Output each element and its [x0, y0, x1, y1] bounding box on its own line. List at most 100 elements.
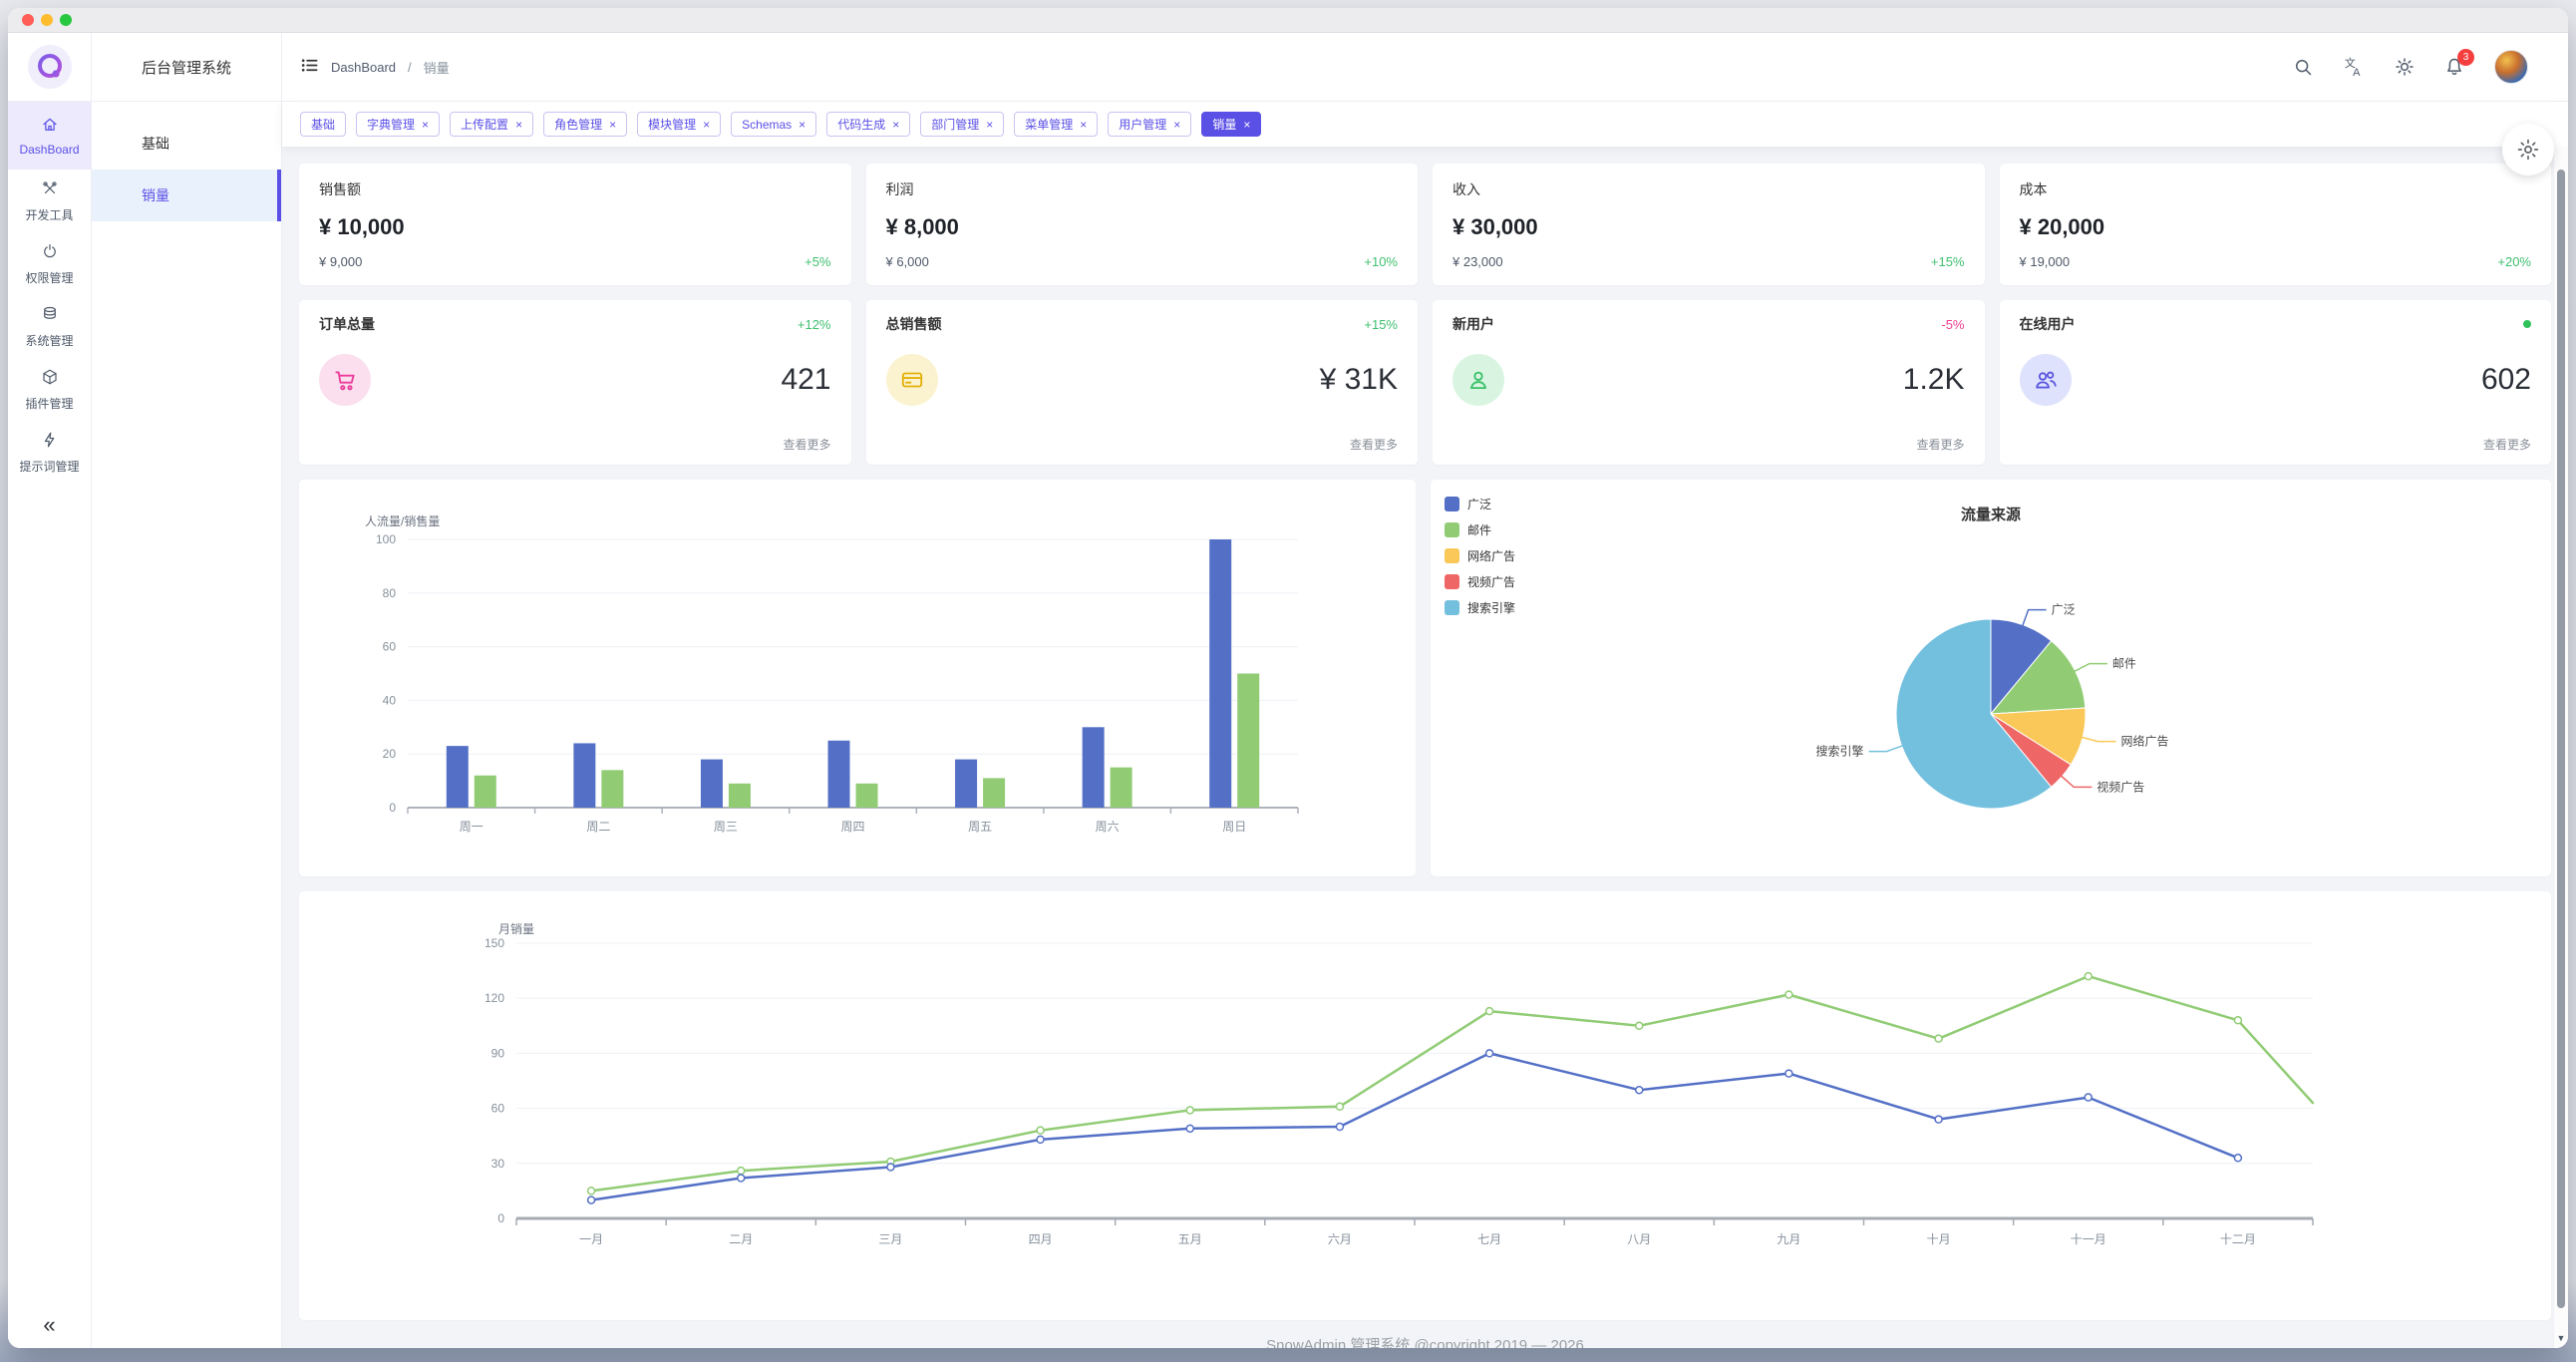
svg-text:月销量: 月销量: [498, 922, 534, 936]
stat-value: ¥ 8,000: [886, 214, 1399, 240]
legend-item-搜索引擎[interactable]: 搜索引擎: [1445, 599, 1515, 616]
person-icon: [1452, 354, 1504, 406]
header-actions: 文A 3: [2293, 50, 2528, 84]
tab-chip-label: 菜单管理: [1025, 116, 1073, 133]
tab-chip-代码生成[interactable]: 代码生成×: [826, 112, 910, 137]
legend-swatch: [1445, 522, 1459, 537]
close-tab-icon[interactable]: ×: [986, 119, 993, 131]
collapse-sidebar-button[interactable]: «: [8, 1312, 91, 1338]
tab-chip-基础[interactable]: 基础: [300, 112, 346, 137]
app-body: DashBoard开发工具权限管理系统管理插件管理提示词管理 « 后台管理系统 …: [8, 33, 2568, 1348]
svg-text:周四: 周四: [840, 820, 864, 834]
close-tab-icon[interactable]: ×: [515, 119, 522, 131]
svg-text:周一: 周一: [460, 820, 483, 834]
submenu-item-基础[interactable]: 基础: [92, 118, 281, 170]
close-tab-icon[interactable]: ×: [1243, 119, 1250, 131]
tab-chip-用户管理[interactable]: 用户管理×: [1108, 112, 1191, 137]
settings-gear-button[interactable]: [2502, 124, 2554, 175]
svg-text:十月: 十月: [1927, 1232, 1951, 1246]
breadcrumb-current: 销量: [424, 58, 450, 77]
tab-chip-销量[interactable]: 销量 ×: [1201, 112, 1261, 137]
tab-chip-部门管理[interactable]: 部门管理×: [920, 112, 1004, 137]
view-more-link[interactable]: 查看更多: [2483, 436, 2531, 453]
menu-list-icon[interactable]: [300, 56, 319, 78]
svg-text:流量来源: 流量来源: [1961, 506, 2021, 523]
tab-chip-角色管理[interactable]: 角色管理×: [543, 112, 627, 137]
stat-delta: +15%: [1931, 254, 1965, 269]
app-window: DashBoard开发工具权限管理系统管理插件管理提示词管理 « 后台管理系统 …: [8, 8, 2568, 1348]
power-icon: [41, 242, 59, 265]
sidebar-item-系统管理[interactable]: 系统管理: [8, 295, 91, 358]
bar-chart-card[interactable]: 人流量/销售量020406080100周一周二周三周四周五周六周日: [299, 480, 1416, 876]
legend-label: 网络广告: [1467, 547, 1515, 564]
sidebar-item-label: 系统管理: [25, 332, 73, 349]
stat-title: 收入: [1452, 179, 1965, 199]
app-logo[interactable]: [8, 33, 91, 102]
close-tab-icon[interactable]: ×: [609, 119, 616, 131]
scrollbar-thumb[interactable]: [2557, 170, 2565, 1308]
close-window-button[interactable]: [22, 14, 34, 26]
sidebar-item-提示词管理[interactable]: 提示词管理: [8, 421, 91, 484]
cart-icon: [319, 354, 371, 406]
close-tab-icon[interactable]: ×: [1173, 119, 1180, 131]
legend-swatch: [1445, 548, 1459, 563]
tab-chip-菜单管理[interactable]: 菜单管理 ×: [1014, 112, 1098, 137]
close-tab-icon[interactable]: ×: [1080, 119, 1087, 131]
sidebar-item-插件管理[interactable]: 插件管理: [8, 358, 91, 421]
view-more-link[interactable]: 查看更多: [783, 436, 830, 453]
minimize-window-button[interactable]: [41, 14, 53, 26]
pie-legend: 广泛邮件网络广告视频广告搜索引擎: [1445, 496, 1515, 625]
breadcrumb: DashBoard / 销量: [300, 56, 450, 78]
legend-item-邮件[interactable]: 邮件: [1445, 521, 1515, 538]
sidebar-item-开发工具[interactable]: 开发工具: [8, 170, 91, 232]
cube-icon: [41, 368, 59, 391]
bolt-icon: [41, 431, 59, 454]
svg-text:八月: 八月: [1627, 1232, 1651, 1246]
sidebar-item-权限管理[interactable]: 权限管理: [8, 232, 91, 295]
metric-delta: +12%: [798, 317, 831, 332]
legend-item-广泛[interactable]: 广泛: [1445, 496, 1515, 512]
submenu-item-销量[interactable]: 销量: [92, 170, 281, 221]
view-more-link[interactable]: 查看更多: [1350, 436, 1398, 453]
svg-text:120: 120: [484, 991, 504, 1005]
legend-item-视频广告[interactable]: 视频广告: [1445, 573, 1515, 590]
stat-previous-value: ¥ 23,000: [1452, 254, 1503, 269]
search-icon[interactable]: [2293, 57, 2313, 77]
sidebar-item-DashBoard[interactable]: DashBoard: [8, 102, 91, 170]
vertical-scrollbar[interactable]: ▼: [2553, 147, 2568, 1348]
tab-chip-label: 销量: [1212, 116, 1236, 133]
user-avatar[interactable]: [2494, 50, 2528, 84]
line-chart-card[interactable]: 月销量0306090120150一月二月三月四月五月六月七月八月九月十月十一月十…: [299, 891, 2551, 1320]
breadcrumb-dashboard[interactable]: DashBoard: [331, 60, 396, 75]
svg-text:十一月: 十一月: [2071, 1232, 2106, 1246]
scrollbar-down-arrow[interactable]: ▼: [2554, 1333, 2568, 1343]
theme-sun-icon[interactable]: [2395, 57, 2415, 77]
online-status-dot: [2523, 320, 2531, 328]
notification-badge: 3: [2457, 49, 2474, 66]
main-area: DashBoard / 销量 文A: [282, 33, 2568, 1348]
stat-card-利润: 利润 ¥ 8,000 ¥ 6,000 +10%: [866, 164, 1419, 285]
maximize-window-button[interactable]: [60, 14, 72, 26]
svg-text:周六: 周六: [1096, 820, 1120, 834]
metric-delta: +15%: [1364, 317, 1398, 332]
view-more-link[interactable]: 查看更多: [1916, 436, 1964, 453]
close-tab-icon[interactable]: ×: [703, 119, 710, 131]
metric-title: 新用户: [1452, 314, 1494, 334]
stat-title: 利润: [886, 179, 1399, 199]
stat-card-成本: 成本 ¥ 20,000 ¥ 19,000 +20%: [2000, 164, 2552, 285]
tab-chip-模块管理[interactable]: 模块管理×: [637, 112, 721, 137]
legend-item-网络广告[interactable]: 网络广告: [1445, 547, 1515, 564]
legend-swatch: [1445, 497, 1459, 511]
close-tab-icon[interactable]: ×: [799, 119, 805, 131]
pie-chart-card[interactable]: 广泛邮件网络广告视频广告搜索引擎 流量来源 广泛邮件网络广告视频广告搜索引擎: [1431, 480, 2551, 876]
close-tab-icon[interactable]: ×: [422, 119, 429, 131]
tab-chip-Schemas[interactable]: Schemas×: [731, 112, 816, 137]
svg-text:80: 80: [383, 586, 397, 600]
tab-chip-字典管理[interactable]: 字典管理×: [356, 112, 440, 137]
svg-text:六月: 六月: [1328, 1232, 1352, 1246]
tab-chip-上传配置[interactable]: 上传配置×: [450, 112, 533, 137]
icon-sidebar: DashBoard开发工具权限管理系统管理插件管理提示词管理 «: [8, 33, 92, 1348]
notifications-bell-icon[interactable]: 3: [2444, 57, 2464, 77]
translate-icon[interactable]: 文A: [2343, 56, 2365, 78]
close-tab-icon[interactable]: ×: [892, 119, 899, 131]
